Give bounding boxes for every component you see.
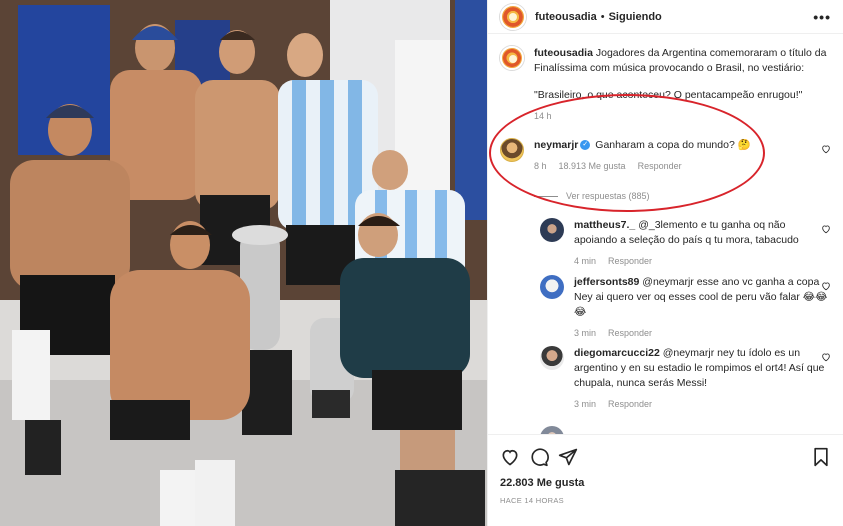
comment-text: Ganharam a copa do mundo? 🤔 [595,139,751,151]
comment-time: 8 h [534,161,547,171]
reply-button[interactable]: Responder [608,397,652,412]
verified-badge-icon: ✓ [580,140,591,151]
comment-avatar[interactable] [500,138,524,162]
more-options-icon[interactable]: ••• [813,9,831,25]
comment-username[interactable]: neymarjr [534,139,578,151]
header-separator: • [600,10,605,23]
reply-avatar[interactable] [540,275,564,299]
following-button[interactable]: Siguiendo [609,11,662,23]
reply-button[interactable]: Responder [608,326,652,341]
reply-username[interactable]: mattheus7._ [574,219,635,231]
view-replies-label: Ver respuestas (885) [566,191,650,201]
caption-username[interactable]: futeousadia [534,47,593,59]
caption-quote: "Brasileiro, o que aconteceu? O pentacam… [534,89,803,101]
reply-time: 3 min [574,399,597,409]
caption-avatar[interactable] [500,46,524,70]
reply-button[interactable]: Responder [608,254,652,269]
share-icon[interactable] [558,447,578,467]
reply-like-heart-icon[interactable] [821,224,831,234]
reply-like-heart-icon[interactable] [821,352,831,362]
view-replies-link[interactable]: Ver respuestas (885) [534,191,650,201]
caption-time: 14 h [534,111,552,121]
reply-avatar[interactable] [540,346,564,370]
reply-row: jeffersonts89 @neymarjr esse ano vc ganh… [540,275,831,341]
reply-username[interactable]: jeffersonts89 [574,276,639,288]
author-username[interactable]: futeousadia [535,11,597,23]
replies-divider [534,195,558,197]
post-actions: 22.803 Me gusta HACE 14 HORAS [488,434,843,526]
post-side-panel: futeousadia • Siguiendo ••• futeousadia … [487,0,843,526]
reply-time: 3 min [574,328,597,338]
post-photo-graphic [0,0,487,526]
comment-likes[interactable]: 18.913 Me gusta [559,159,626,174]
reply-button[interactable]: Responder [638,159,682,174]
reply-like-heart-icon[interactable] [821,281,831,291]
comment-icon[interactable] [529,447,549,467]
comment-like-heart-icon[interactable] [821,144,831,154]
post-photo[interactable] [0,0,487,526]
author-avatar[interactable] [500,3,526,30]
reply-avatar[interactable] [540,426,564,434]
post-timestamp: HACE 14 HORAS [500,496,564,505]
comments-list[interactable]: futeousadia Jogadores da Argentina comem… [488,34,843,434]
heart-icon[interactable] [500,447,520,467]
reply-row: mattheus7._ @_3lemento e tu ganha oq não… [540,218,831,269]
reply-row: diegomarcucci22 @neymarjr ney tu ídolo e… [540,346,831,412]
reply-avatar[interactable] [540,218,564,242]
post-likes-count[interactable]: 22.803 Me gusta [500,477,584,489]
reply-row-partial [540,426,831,434]
comment-row: neymarjr ✓ Ganharam a copa do mundo? 🤔 8 … [500,138,831,174]
post-header: futeousadia • Siguiendo ••• [488,0,843,34]
reply-time: 4 min [574,256,597,266]
bookmark-icon[interactable] [811,447,831,467]
caption-row: futeousadia Jogadores da Argentina comem… [500,46,831,124]
reply-username[interactable]: diegomarcucci22 [574,347,660,359]
